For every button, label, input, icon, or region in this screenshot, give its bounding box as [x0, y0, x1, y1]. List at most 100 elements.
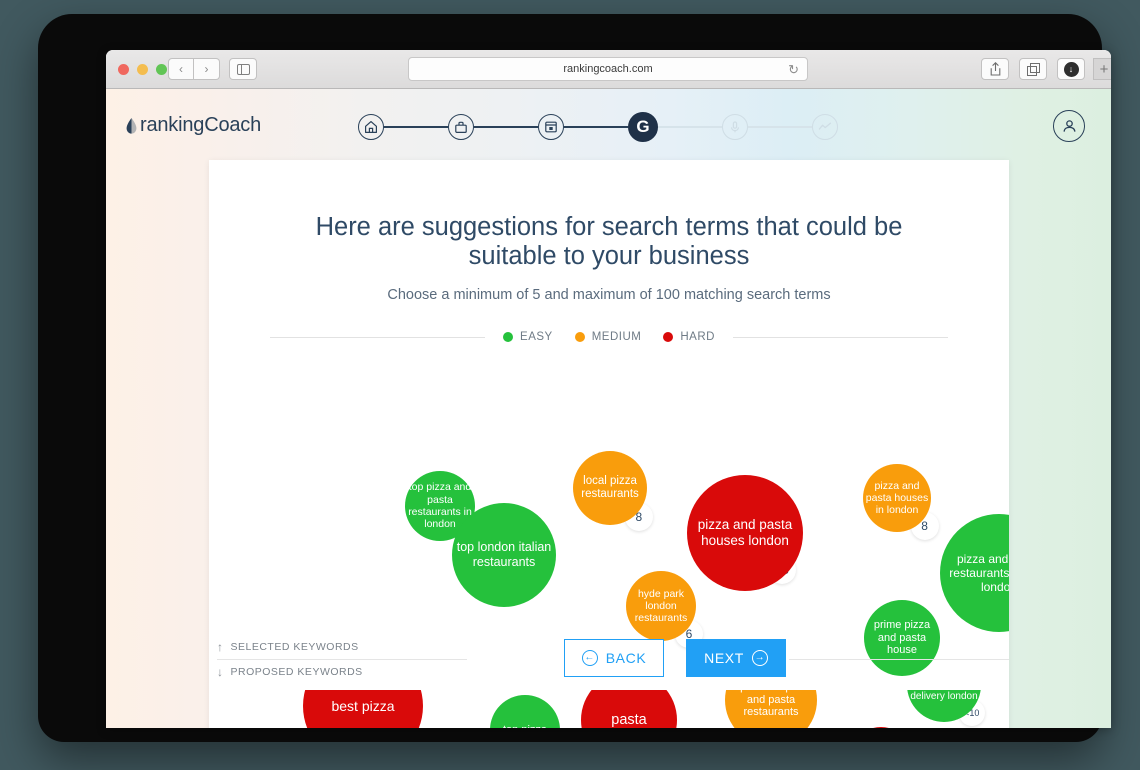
step-business[interactable]	[448, 114, 474, 140]
back-button[interactable]: ← BACK	[564, 639, 664, 677]
legend-item-medium: MEDIUM	[574, 331, 642, 343]
keyword-bubble-label: best pizza	[331, 697, 395, 714]
trend-icon	[818, 122, 832, 130]
briefcase-icon	[455, 121, 467, 133]
minimize-window-button[interactable]	[137, 64, 148, 75]
step-analytics[interactable]	[812, 114, 838, 140]
browser-forward-button[interactable]: ›	[194, 58, 220, 80]
legend-dot-icon	[574, 332, 585, 342]
arrow-left-circle-icon: ←	[581, 650, 598, 666]
tabs-icon	[1026, 62, 1040, 76]
app-logo[interactable]: rankingCoach	[126, 114, 261, 137]
download-icon: ↓	[1063, 61, 1079, 77]
arrow-right-circle-icon: →	[751, 650, 768, 666]
new-tab-button[interactable]: +	[1093, 58, 1111, 80]
sidebar-toggle-button[interactable]	[229, 58, 257, 80]
back-button-label: BACK	[605, 650, 647, 666]
progress-stepper: G	[358, 112, 838, 142]
legend-item-hard: HARD	[663, 331, 715, 343]
content-card: Here are suggestions for search terms th…	[209, 160, 1009, 728]
selected-keywords-label: SELECTED KEYWORDS	[230, 641, 359, 653]
app-page: rankingCoach G Here are suggestions for …	[106, 89, 1111, 728]
keyword-bubble[interactable]: top london pizza and pasta restaurants	[725, 690, 817, 728]
keyword-bubble-label: top pizza	[492, 724, 558, 728]
share-button[interactable]	[981, 58, 1009, 80]
keyword-bubble[interactable]: pasta	[581, 690, 677, 728]
keyword-bubble[interactable]: pizza and pasta houses in london	[863, 464, 931, 532]
reload-icon[interactable]: ↻	[788, 62, 799, 78]
keyword-bubble-label: pasta	[611, 711, 647, 728]
browser-toolbar: ‹ › rankingcoach.com ↻ ↓ +	[106, 50, 1111, 89]
home-icon	[365, 121, 377, 133]
difficulty-legend: EASY MEDIUM HARD	[209, 331, 1009, 343]
page-title: Here are suggestions for search terms th…	[315, 213, 903, 270]
user-account-button[interactable]	[1053, 110, 1085, 142]
arrow-up-icon: ↑	[217, 640, 224, 654]
keyword-bubble[interactable]: hyde park london restaurants	[626, 571, 696, 641]
page-subtitle: Choose a minimum of 5 and maximum of 100…	[387, 287, 831, 303]
legend-rule-left	[270, 336, 486, 338]
chevron-left-icon: ‹	[179, 62, 183, 76]
next-button-label: NEXT	[704, 650, 744, 666]
additional-keyword-bubbles: best pizza top pizza pasta top london pizza…	[209, 690, 1009, 728]
proposed-keywords-toggle[interactable]: ↓ PROPOSED KEYWORDS	[217, 660, 467, 684]
keyword-controls-bar: ↑ SELECTED KEYWORDS ↓ PROPOSED KEYWORDS …	[209, 635, 1009, 690]
proposed-keyword-bubbles: top pizza and pasta restaurants in londo…	[209, 420, 1009, 676]
step-voice[interactable]	[722, 114, 748, 140]
proposed-keywords-label: PROPOSED KEYWORDS	[230, 666, 363, 678]
keyword-bubble[interactable]: pizza and pasta restaurants central lond…	[940, 514, 1009, 632]
close-window-button[interactable]	[118, 64, 129, 75]
step-website[interactable]	[538, 114, 564, 140]
legend-label: MEDIUM	[591, 331, 642, 343]
step-connector-5	[748, 126, 812, 128]
address-bar[interactable]: rankingcoach.com ↻	[408, 57, 808, 81]
keyword-bubble-label: hyde park london restaurants	[634, 587, 688, 625]
sidebar-icon	[236, 63, 250, 75]
keyword-bubble-label: top london pizza and pasta restaurants	[731, 690, 811, 719]
step-google[interactable]: G	[628, 112, 658, 142]
maximize-window-button[interactable]	[156, 64, 167, 75]
keyword-bubble[interactable]	[850, 727, 912, 728]
window-icon	[545, 121, 557, 133]
keyword-bubble-label: pizza and pasta houses london	[697, 517, 793, 548]
plus-icon: +	[1099, 60, 1109, 78]
keyword-section-toggles: ↑ SELECTED KEYWORDS ↓ PROPOSED KEYWORDS	[217, 635, 467, 684]
legend-dot-icon	[663, 332, 674, 342]
keyword-bubble[interactable]: best pizza	[303, 690, 423, 728]
app-header: rankingCoach G	[106, 89, 1111, 160]
logo-text: rankingCoach	[140, 114, 262, 136]
browser-window: ‹ › rankingcoach.com ↻ ↓ + rankingCoach …	[106, 50, 1111, 728]
url-text: rankingcoach.com	[563, 63, 653, 75]
microphone-icon	[731, 121, 739, 133]
step-connector-1	[384, 126, 448, 128]
selected-keywords-toggle[interactable]: ↑ SELECTED KEYWORDS	[217, 635, 467, 659]
share-icon	[990, 62, 1000, 76]
google-g-icon: G	[636, 117, 650, 136]
keyword-bubble[interactable]: top london italian restaurants	[452, 503, 556, 607]
step-home[interactable]	[358, 114, 384, 140]
keyword-bubble[interactable]: local pizza restaurants	[573, 451, 647, 525]
show-tabs-button[interactable]	[1019, 58, 1047, 80]
browser-back-button[interactable]: ‹	[168, 58, 194, 80]
legend-label: EASY	[520, 331, 553, 343]
legend-label: HARD	[680, 331, 715, 343]
user-icon	[1063, 119, 1075, 132]
keyword-bubble[interactable]: pizza and pasta houses london	[687, 475, 803, 591]
keyword-bubble-label: pizza and pasta houses in london	[865, 479, 929, 517]
droplet-icon	[126, 117, 137, 134]
legend-dot-icon	[503, 332, 514, 342]
arrow-down-icon: ↓	[217, 665, 224, 679]
laptop-frame: ‹ › rankingcoach.com ↻ ↓ + rankingCoach …	[38, 14, 1111, 742]
legend-rule-right	[732, 336, 948, 338]
keyword-bubble-label: oganic deep dish pizza delivery london	[910, 690, 978, 702]
keyword-bubble-label: pizza and pasta restaurants central lond…	[949, 551, 1009, 595]
step-connector-2	[474, 126, 538, 128]
downloads-button[interactable]: ↓	[1057, 58, 1085, 80]
keyword-bubble-label: local pizza restaurants	[581, 474, 639, 500]
legend-item-easy: EASY	[503, 331, 553, 343]
keyword-bubble[interactable]: top pizza	[490, 695, 560, 728]
next-button[interactable]: NEXT →	[686, 639, 786, 677]
keyword-bubble-label: top london italian restaurants	[456, 540, 552, 569]
window-controls	[118, 64, 167, 75]
bar-rule-right	[789, 659, 1009, 660]
